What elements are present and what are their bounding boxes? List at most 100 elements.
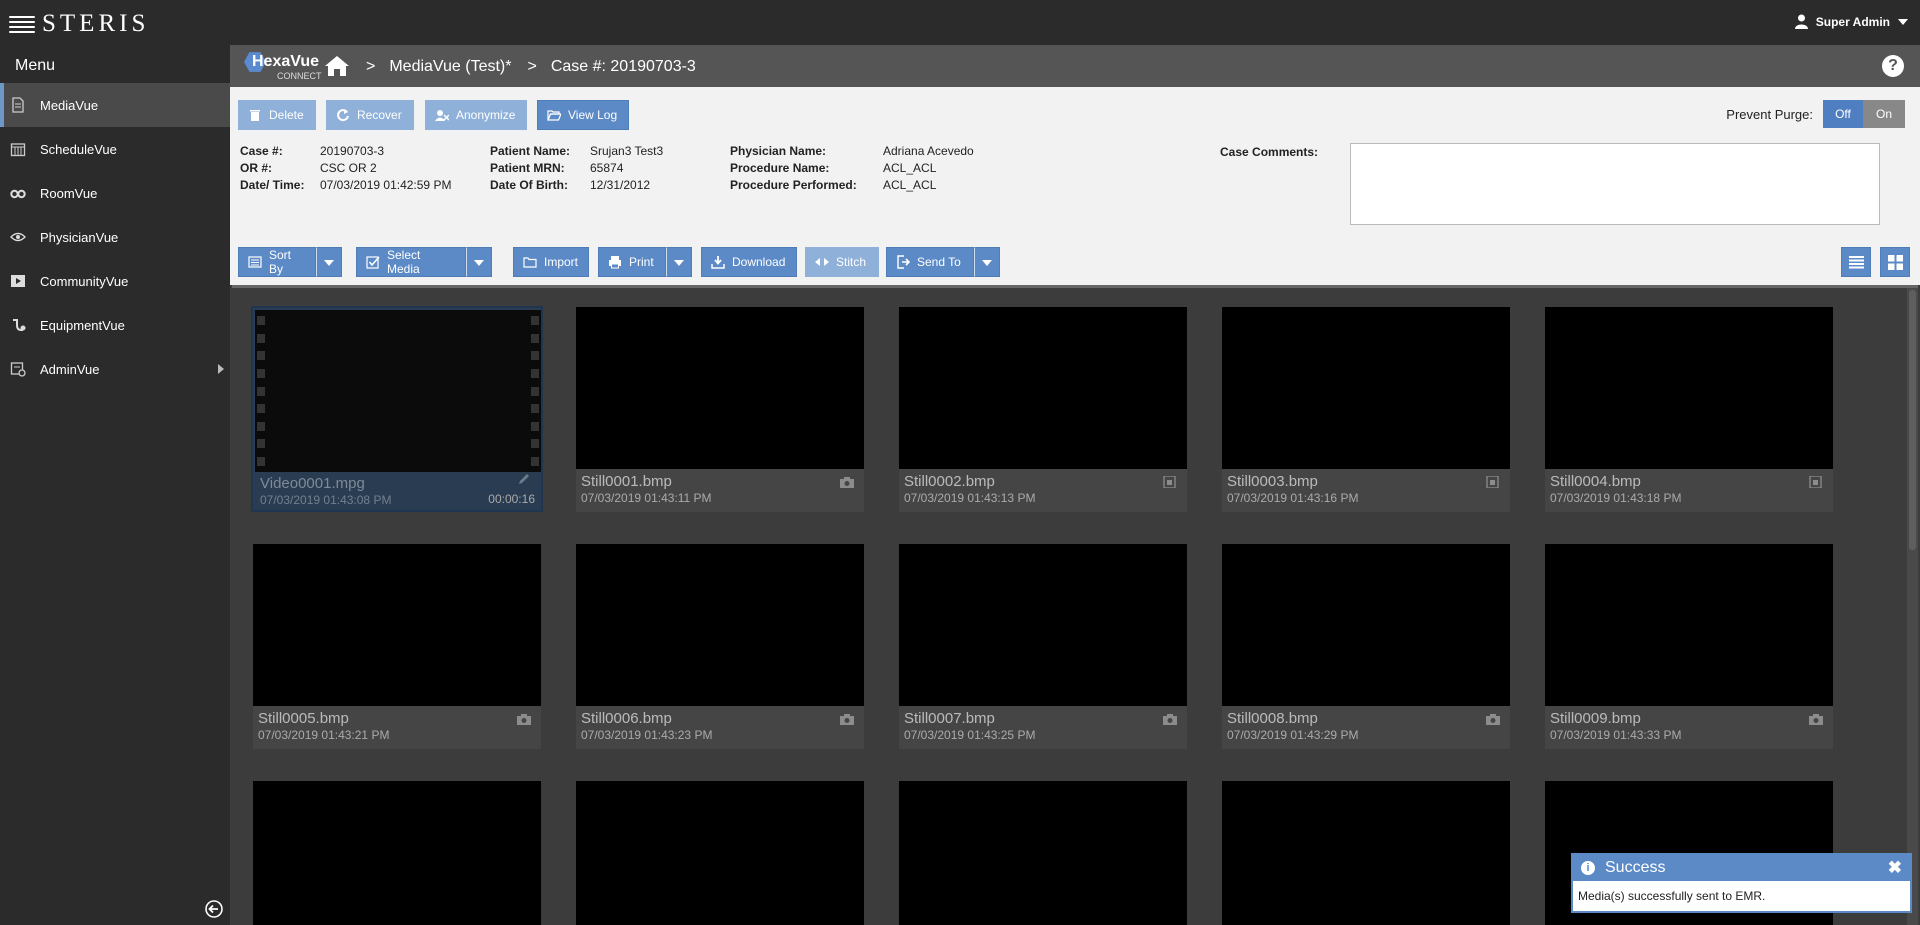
- procedure-value: ACL_ACL: [883, 161, 937, 175]
- logo-text: STERIS: [42, 10, 150, 37]
- info-icon: i: [1581, 861, 1595, 875]
- case-comments-field[interactable]: [1350, 143, 1880, 225]
- stitch-label: Stitch: [836, 255, 867, 269]
- purge-off-button[interactable]: Off: [1823, 100, 1863, 128]
- case-details-col3: Physician Name: Adriana Acevedo Procedure…: [730, 143, 974, 194]
- media-tile[interactable]: Still0007.bmp 07/03/2019 01:43:25 PM: [899, 544, 1187, 749]
- image-thumbnail: [576, 544, 864, 706]
- refresh-icon: [337, 109, 349, 122]
- media-name: Still0007.bmp: [904, 710, 995, 727]
- media-name: Still0001.bmp: [581, 473, 672, 490]
- toast-title: Success: [1605, 859, 1666, 876]
- pencil-icon[interactable]: [517, 473, 531, 485]
- image-thumbnail: [899, 307, 1187, 469]
- media-tile[interactable]: Still0002.bmp 07/03/2019 01:43:13 PM: [899, 307, 1187, 512]
- home-icon[interactable]: [324, 55, 350, 77]
- document-sent-icon: [1809, 476, 1822, 488]
- sort-by-button[interactable]: Sort By: [238, 247, 316, 277]
- close-icon[interactable]: ✖: [1888, 858, 1902, 878]
- media-tile[interactable]: Still0006.bmp 07/03/2019 01:43:23 PM: [576, 544, 864, 749]
- case-no-value: 20190703-3: [320, 144, 385, 158]
- collapse-sidebar-icon[interactable]: [205, 900, 223, 918]
- trash-icon: [250, 110, 260, 121]
- stitch-button[interactable]: Stitch: [805, 247, 879, 277]
- media-tile[interactable]: Still0005.bmp 07/03/2019 01:43:21 PM: [253, 544, 541, 749]
- send-to-dropdown[interactable]: [974, 247, 1000, 277]
- dob-label: Date Of Birth:: [490, 178, 568, 192]
- select-media-dropdown[interactable]: [466, 247, 492, 277]
- media-tile[interactable]: [253, 781, 541, 925]
- delete-button[interactable]: Delete: [238, 100, 316, 130]
- camera-icon: [840, 714, 854, 725]
- download-label: Download: [732, 255, 786, 269]
- media-tile[interactable]: Still0003.bmp 07/03/2019 01:43:16 PM: [1222, 307, 1510, 512]
- print-dropdown[interactable]: [666, 247, 692, 277]
- media-tile[interactable]: [576, 781, 864, 925]
- recover-button[interactable]: Recover: [326, 100, 414, 130]
- media-tile[interactable]: [1222, 781, 1510, 925]
- media-tile[interactable]: Still0008.bmp 07/03/2019 01:43:29 PM: [1222, 544, 1510, 749]
- image-thumbnail: [1222, 781, 1510, 925]
- folder-icon: [523, 257, 537, 268]
- purge-on-button[interactable]: On: [1863, 100, 1905, 128]
- sidebar-item-label: ScheduleVue: [40, 141, 117, 157]
- anonymize-icon: [435, 110, 449, 121]
- sidebar-item-physicianvue[interactable]: PhysicianVue: [0, 215, 230, 259]
- delete-label: Delete: [269, 108, 304, 122]
- case-info-panel: Delete Recover Anonymize View Log Preven…: [230, 87, 1920, 285]
- user-menu[interactable]: Super Admin: [1794, 14, 1908, 29]
- sidebar-item-schedulevue[interactable]: ScheduleVue: [0, 127, 230, 171]
- breadcrumb-item-case: Case #: 20190703-3: [550, 58, 696, 75]
- media-name: Still0008.bmp: [1227, 710, 1318, 727]
- sidebar-item-communityvue[interactable]: CommunityVue: [0, 259, 230, 303]
- datetime-value: 07/03/2019 01:42:59 PM: [320, 178, 452, 192]
- import-button[interactable]: Import: [513, 247, 589, 277]
- print-button[interactable]: Print: [598, 247, 666, 277]
- download-button[interactable]: Download: [701, 247, 797, 277]
- datetime-label: Date/ Time:: [240, 178, 305, 192]
- media-tile[interactable]: Video0001.mpg 07/03/2019 01:43:08 PM 00:…: [251, 306, 543, 512]
- media-tile[interactable]: Still0004.bmp 07/03/2019 01:43:18 PM: [1545, 307, 1833, 512]
- sidebar-item-roomvue[interactable]: RoomVue: [0, 171, 230, 215]
- grid-scrollbar-thumb[interactable]: [1909, 290, 1916, 550]
- sidebar-item-label: MediaVue: [40, 97, 99, 113]
- media-tile[interactable]: Still0009.bmp 07/03/2019 01:43:33 PM: [1545, 544, 1833, 749]
- play-icon: [11, 275, 25, 287]
- grid-view-button[interactable]: [1880, 247, 1910, 277]
- image-thumbnail: [1545, 307, 1833, 469]
- case-comments-label: Case Comments:: [1220, 145, 1319, 159]
- sort-by-dropdown[interactable]: [316, 247, 342, 277]
- media-tile[interactable]: Still0001.bmp 07/03/2019 01:43:11 PM: [576, 307, 864, 512]
- select-media-button[interactable]: Select Media: [356, 247, 466, 277]
- sidebar-item-adminvue[interactable]: AdminVue: [0, 347, 230, 391]
- equipment-icon: [13, 319, 26, 331]
- print-label: Print: [629, 255, 654, 269]
- sidebar-item-mediavue[interactable]: MediaVue: [0, 83, 230, 127]
- user-name: Super Admin: [1815, 14, 1890, 29]
- admin-icon: [10, 362, 26, 377]
- mrn-value: 65874: [590, 161, 624, 175]
- image-thumbnail: [576, 307, 864, 469]
- sidebar-item-equipmentvue[interactable]: EquipmentVue: [0, 303, 230, 347]
- sidebar-item-label: EquipmentVue: [40, 317, 125, 333]
- media-date: 07/03/2019 01:43:29 PM: [1227, 728, 1359, 742]
- media-tile[interactable]: [899, 781, 1187, 925]
- download-icon: [711, 256, 725, 269]
- anonymize-button[interactable]: Anonymize: [425, 100, 527, 130]
- view-log-button[interactable]: View Log: [537, 100, 629, 130]
- camera-icon: [840, 477, 854, 488]
- grid-divider: [232, 285, 1918, 288]
- breadcrumb-item-mediavue[interactable]: MediaVue (Test)*: [389, 58, 511, 76]
- anonymize-label: Anonymize: [456, 108, 516, 122]
- send-to-button[interactable]: Send To: [886, 247, 974, 277]
- film-strip-right: [531, 316, 539, 466]
- stitch-icon: [815, 258, 829, 266]
- help-icon[interactable]: ?: [1882, 55, 1904, 77]
- binoculars-icon: [10, 189, 26, 199]
- or-label: OR #:: [240, 161, 273, 175]
- app-name: HexaVue: [252, 53, 319, 70]
- list-view-button[interactable]: [1841, 247, 1871, 277]
- recover-label: Recover: [357, 108, 402, 122]
- view-log-label: View Log: [568, 108, 618, 122]
- breadcrumb-separator: >: [366, 58, 376, 75]
